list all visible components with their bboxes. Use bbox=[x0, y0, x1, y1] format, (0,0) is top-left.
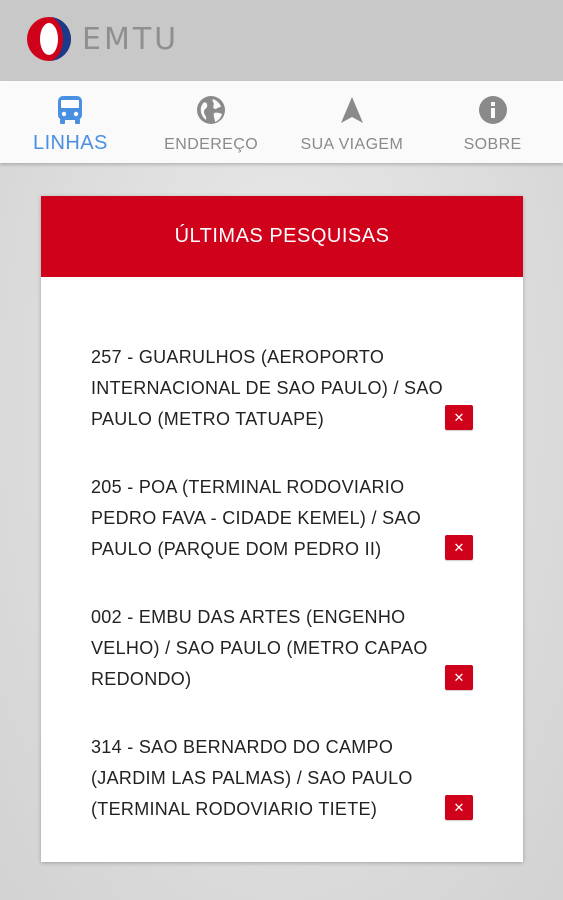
tab-sobre[interactable]: SOBRE bbox=[422, 81, 563, 163]
search-item-text[interactable]: 002 - EMBU DAS ARTES (ENGENHO VELHO) / S… bbox=[91, 602, 453, 695]
app-name: EMTU bbox=[82, 21, 180, 57]
delete-button[interactable]: ✕ bbox=[445, 795, 473, 820]
card-title: ÚLTIMAS PESQUISAS bbox=[41, 196, 523, 277]
tab-endereco[interactable]: ENDEREÇO bbox=[141, 81, 282, 163]
tab-linhas[interactable]: LINHAS bbox=[0, 81, 141, 163]
close-icon: ✕ bbox=[453, 539, 465, 555]
info-icon bbox=[477, 94, 509, 126]
tab-label: SOBRE bbox=[463, 136, 522, 153]
delete-button[interactable]: ✕ bbox=[445, 665, 473, 690]
close-icon: ✕ bbox=[453, 799, 465, 815]
emtu-logo-mark bbox=[27, 17, 71, 61]
list-item[interactable]: 314 - SAO BERNARDO DO CAMPO (JARDIM LAS … bbox=[41, 732, 523, 862]
search-item-text[interactable]: 205 - POA (TERMINAL RODOVIARIO PEDRO FAV… bbox=[91, 472, 453, 565]
tab-label: LINHAS bbox=[33, 132, 108, 154]
app-header: EMTU bbox=[0, 0, 563, 81]
recent-searches-list: 257 - GUARULHOS (AEROPORTO INTERNACIONAL… bbox=[41, 277, 523, 862]
emtu-logo: EMTU bbox=[26, 16, 179, 62]
delete-button[interactable]: ✕ bbox=[445, 535, 473, 560]
search-item-text[interactable]: 314 - SAO BERNARDO DO CAMPO (JARDIM LAS … bbox=[91, 732, 453, 825]
bus-icon bbox=[54, 94, 86, 126]
list-item[interactable]: 257 - GUARULHOS (AEROPORTO INTERNACIONAL… bbox=[41, 342, 523, 472]
tab-label: SUA VIAGEM bbox=[300, 136, 404, 153]
navigation-arrow-icon bbox=[336, 94, 368, 126]
list-item[interactable]: 205 - POA (TERMINAL RODOVIARIO PEDRO FAV… bbox=[41, 472, 523, 602]
recent-searches-card: ÚLTIMAS PESQUISAS 257 - GUARULHOS (AEROP… bbox=[41, 196, 523, 862]
globe-icon bbox=[195, 94, 227, 126]
tab-label: ENDEREÇO bbox=[164, 136, 259, 153]
list-item[interactable]: 002 - EMBU DAS ARTES (ENGENHO VELHO) / S… bbox=[41, 602, 523, 732]
tab-bar: LINHAS ENDEREÇO SUA VIAGEM SOBRE bbox=[0, 81, 563, 163]
close-icon: ✕ bbox=[453, 409, 465, 425]
search-item-text[interactable]: 257 - GUARULHOS (AEROPORTO INTERNACIONAL… bbox=[91, 342, 453, 435]
delete-button[interactable]: ✕ bbox=[445, 405, 473, 430]
tab-sua-viagem[interactable]: SUA VIAGEM bbox=[282, 81, 423, 163]
close-icon: ✕ bbox=[453, 669, 465, 685]
